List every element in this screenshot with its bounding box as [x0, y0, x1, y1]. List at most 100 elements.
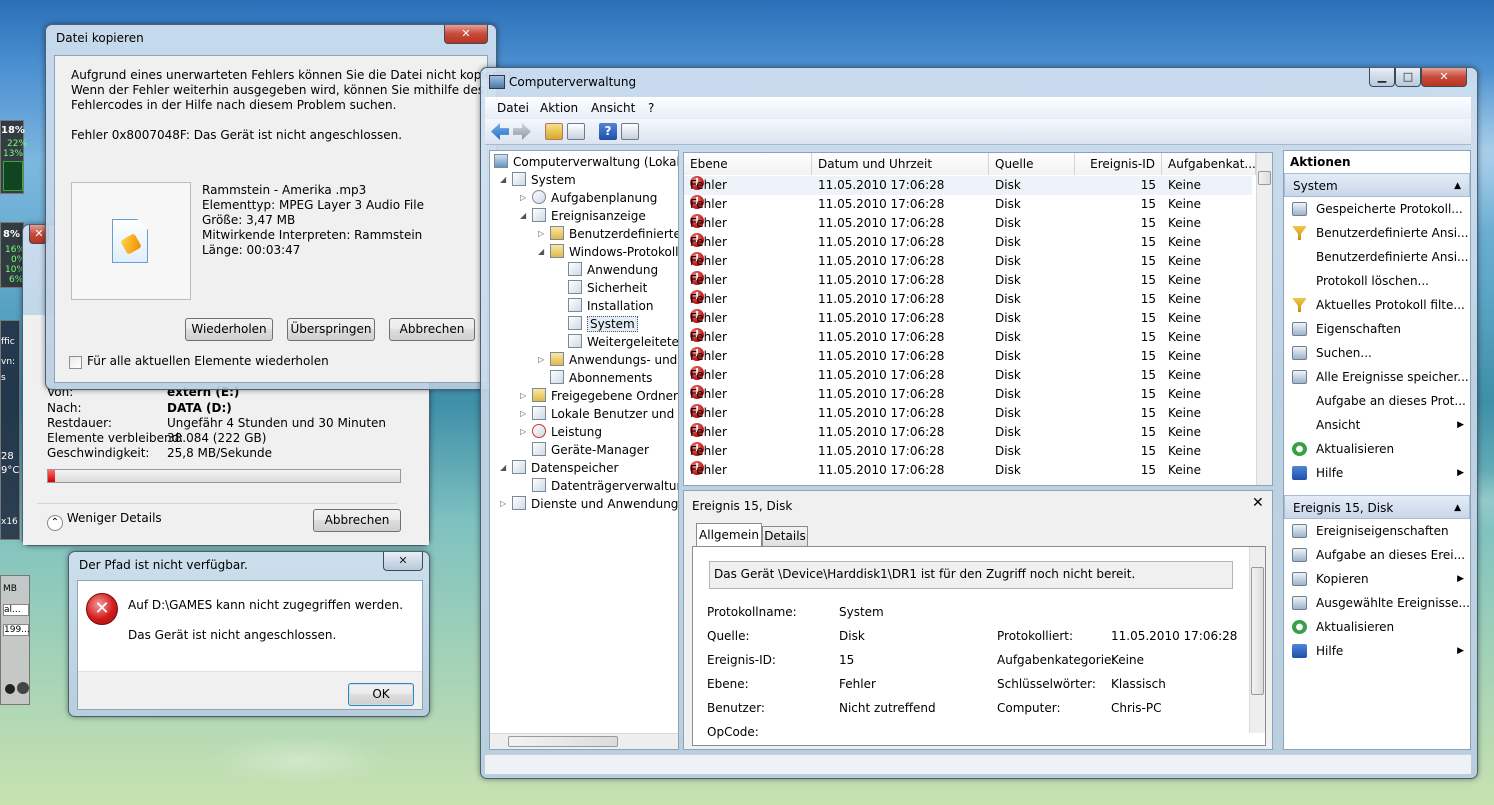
col-category[interactable]: Aufgabenkat... [1162, 153, 1256, 175]
events-vertical-scrollbar[interactable] [1256, 153, 1272, 485]
event-row[interactable]: ! Fehler 11.05.2010 17:06:28 Disk 15 Keine [684, 366, 1252, 385]
forward-arrow-icon[interactable] [513, 123, 531, 140]
tree-horizontal-scrollbar[interactable] [490, 733, 678, 749]
event-row[interactable]: ! Fehler 11.05.2010 17:06:28 Disk 15 Keine [684, 214, 1252, 233]
expand-arrow-icon[interactable]: ▷ [520, 409, 526, 418]
action-item[interactable]: Aktuelles Protokoll filte... [1284, 293, 1470, 317]
mmc-close-button[interactable]: ✕ [1421, 68, 1467, 87]
tree-scroll-thumb[interactable] [508, 736, 618, 747]
tree-app[interactable]: Anwendung [568, 261, 658, 279]
collapse-arrow-icon[interactable]: ◢ [500, 463, 506, 472]
menu-help[interactable]: ? [648, 101, 654, 115]
tree-subs[interactable]: Abonnements [550, 369, 652, 387]
tree-forwarded[interactable]: Weitergeleitete E [568, 333, 678, 351]
tree-shares[interactable]: Freigegebene Ordner [532, 387, 678, 405]
gadget-knob-icon[interactable] [5, 684, 15, 694]
tab-details[interactable]: Details [762, 526, 808, 547]
progress-cancel-button[interactable]: Abbrechen [313, 509, 401, 532]
event-row[interactable]: ! Fehler 11.05.2010 17:06:28 Disk 15 Keine [684, 309, 1252, 328]
event-row[interactable]: ! Fehler 11.05.2010 17:06:28 Disk 15 Keine [684, 347, 1252, 366]
help-icon[interactable]: ? [599, 123, 617, 140]
actions-section-event[interactable]: Ereignis 15, Disk ▲ [1284, 495, 1470, 519]
action-item[interactable]: Ereigniseigenschaften [1284, 519, 1470, 543]
action-item[interactable]: Hilfe ▶ [1284, 461, 1470, 485]
action-item[interactable]: Aktualisieren [1284, 437, 1470, 461]
action-item[interactable]: Hilfe ▶ [1284, 639, 1470, 663]
actions-section-system[interactable]: System ▲ [1284, 173, 1470, 197]
collapse-arrow-icon[interactable]: ◢ [500, 175, 506, 184]
action-item[interactable]: Eigenschaften [1284, 317, 1470, 341]
col-level[interactable]: Ebene [684, 153, 812, 175]
event-row[interactable]: ! Fehler 11.05.2010 17:06:28 Disk 15 Keine [684, 328, 1252, 347]
copy-dialog-close-button[interactable]: ✕ [444, 25, 488, 44]
repeat-all-checkbox[interactable] [69, 356, 82, 369]
tree-security[interactable]: Sicherheit [568, 279, 647, 297]
less-details-button[interactable]: ⌃ Weniger Details [47, 511, 162, 531]
up-folder-icon[interactable] [545, 123, 563, 140]
tree-sys[interactable]: System [568, 315, 638, 333]
menu-ansicht[interactable]: Ansicht [591, 101, 635, 115]
expand-arrow-icon[interactable]: ▷ [520, 427, 526, 436]
col-date[interactable]: Datum und Uhrzeit [812, 153, 989, 175]
tab-general[interactable]: Allgemein [696, 523, 762, 547]
event-row[interactable]: ! Fehler 11.05.2010 17:06:28 Disk 15 Keine [684, 461, 1252, 480]
event-row[interactable]: ! Fehler 11.05.2010 17:06:28 Disk 15 Keine [684, 195, 1252, 214]
ok-button[interactable]: OK [348, 683, 414, 706]
expand-arrow-icon[interactable]: ▷ [520, 391, 526, 400]
action-item[interactable]: Aktualisieren [1284, 615, 1470, 639]
back-arrow-icon[interactable] [491, 123, 509, 140]
event-row[interactable]: ! Fehler 11.05.2010 17:06:28 Disk 15 Keine [684, 271, 1252, 290]
menu-aktion[interactable]: Aktion [540, 101, 578, 115]
event-row[interactable]: ! Fehler 11.05.2010 17:06:28 Disk 15 Keine [684, 176, 1252, 195]
path-dialog-close-button[interactable]: ✕ [383, 552, 423, 571]
show-hide-tree-icon[interactable] [567, 123, 585, 140]
expand-arrow-icon[interactable]: ▷ [538, 229, 544, 238]
show-hide-actions-icon[interactable] [621, 123, 639, 140]
event-row[interactable]: ! Fehler 11.05.2010 17:06:28 Disk 15 Keine [684, 404, 1252, 423]
action-item[interactable]: Suchen... [1284, 341, 1470, 365]
menu-datei[interactable]: Datei [497, 101, 529, 115]
tree-install[interactable]: Installation [568, 297, 653, 315]
action-item[interactable]: Kopieren ▶ [1284, 567, 1470, 591]
skip-button[interactable]: Überspringen [287, 318, 375, 341]
copy-cancel-button[interactable]: Abbrechen [389, 318, 475, 341]
tree-perf[interactable]: Leistung [532, 423, 602, 441]
action-item[interactable]: Protokoll löschen... [1284, 269, 1470, 293]
tree-devmgr[interactable]: Geräte-Manager [532, 441, 649, 459]
gadget-knob-icon-2[interactable] [17, 682, 29, 694]
maximize-button[interactable]: □ [1395, 68, 1421, 87]
minimize-button[interactable]: ▁ [1369, 68, 1395, 87]
event-row[interactable]: ! Fehler 11.05.2010 17:06:28 Disk 15 Keine [684, 290, 1252, 309]
tree-events[interactable]: Ereignisanzeige [532, 207, 646, 225]
tree-root[interactable]: Computerverwaltung (Lokal) [494, 153, 678, 171]
action-item[interactable]: Aufgabe an dieses Prot... [1284, 389, 1470, 413]
expand-arrow-icon[interactable]: ▷ [520, 193, 526, 202]
event-row[interactable]: ! Fehler 11.05.2010 17:06:28 Disk 15 Keine [684, 252, 1252, 271]
action-item[interactable]: Gespeicherte Protokoll... [1284, 197, 1470, 221]
col-source[interactable]: Quelle [989, 153, 1075, 175]
tree-diskmgmt[interactable]: Datenträgerverwaltung [532, 477, 678, 495]
collapse-arrow-icon[interactable]: ◢ [520, 211, 526, 220]
detail-scroll-thumb[interactable] [1251, 567, 1264, 695]
tree-custom[interactable]: Benutzerdefinierte A [550, 225, 678, 243]
action-item[interactable]: Ausgewählte Ereignisse... [1284, 591, 1470, 615]
tree-system[interactable]: System [512, 171, 576, 189]
event-row[interactable]: ! Fehler 11.05.2010 17:06:28 Disk 15 Keine [684, 233, 1252, 252]
action-item[interactable]: Benutzerdefinierte Ansi... [1284, 221, 1470, 245]
event-row[interactable]: ! Fehler 11.05.2010 17:06:28 Disk 15 Keine [684, 385, 1252, 404]
expand-arrow-icon[interactable]: ▷ [538, 355, 544, 364]
col-eventid[interactable]: Ereignis-ID [1075, 153, 1162, 175]
retry-button[interactable]: Wiederholen [185, 318, 273, 341]
action-item[interactable]: Ansicht ▶ [1284, 413, 1470, 437]
tree-services[interactable]: Dienste und Anwendungen [512, 495, 678, 513]
action-item[interactable]: Alle Ereignisse speicher... [1284, 365, 1470, 389]
collapse-arrow-icon[interactable]: ◢ [538, 247, 544, 256]
detail-vertical-scrollbar[interactable] [1249, 547, 1265, 733]
tree-storage[interactable]: Datenspeicher [512, 459, 618, 477]
event-row[interactable]: ! Fehler 11.05.2010 17:06:28 Disk 15 Keine [684, 442, 1252, 461]
expand-arrow-icon[interactable]: ▷ [500, 499, 506, 508]
tree-users[interactable]: Lokale Benutzer und Gr [532, 405, 678, 423]
action-item[interactable]: Benutzerdefinierte Ansi... [1284, 245, 1470, 269]
events-scroll-thumb[interactable] [1258, 171, 1271, 185]
tree-appsvc[interactable]: Anwendungs- und D [550, 351, 678, 369]
